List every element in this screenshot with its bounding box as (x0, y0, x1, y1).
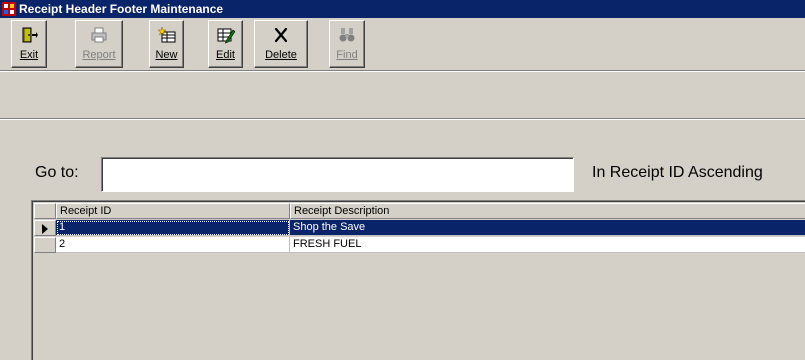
column-header-receipt-description[interactable]: Receipt Description (290, 203, 805, 219)
row-indicator (34, 220, 56, 236)
main-window: Receipt Header Footer Maintenance Exit R… (0, 0, 805, 360)
table-row[interactable]: 2 FRESH FUEL (34, 237, 805, 253)
delete-x-icon (274, 27, 288, 43)
printer-icon (91, 27, 107, 43)
row-indicator (34, 237, 56, 253)
header-indicator-cell (34, 203, 56, 219)
receipt-grid[interactable]: Receipt ID Receipt Description 1 Shop th… (31, 200, 805, 360)
exit-door-icon (22, 27, 38, 43)
current-row-arrow-icon (42, 224, 48, 234)
table-row[interactable]: 1 Shop the Save (34, 220, 805, 236)
delete-label: Delete (265, 49, 297, 61)
find-button[interactable]: Find (329, 20, 365, 68)
cell-receipt-id[interactable]: 1 (56, 220, 290, 236)
goto-input[interactable] (101, 157, 574, 192)
new-label: New (155, 49, 178, 61)
app-icon (2, 2, 16, 16)
goto-label: Go to: (35, 164, 79, 181)
toolbar-separator (0, 70, 805, 72)
report-label: Report (82, 49, 116, 61)
panel-separator (0, 118, 805, 120)
edit-record-icon (217, 28, 235, 44)
column-header-receipt-id[interactable]: Receipt ID (56, 203, 290, 219)
exit-label: Exit (19, 49, 39, 61)
sort-order-label: In Receipt ID Ascending (592, 164, 763, 181)
cell-receipt-id[interactable]: 2 (56, 237, 290, 253)
grid-header: Receipt ID Receipt Description (34, 203, 805, 219)
window-title: Receipt Header Footer Maintenance (19, 2, 224, 16)
new-record-icon (157, 26, 175, 43)
binoculars-icon (339, 28, 355, 42)
cell-receipt-description[interactable]: Shop the Save (290, 220, 805, 236)
report-button[interactable]: Report (75, 20, 123, 68)
edit-label: Edit (216, 49, 235, 61)
exit-button[interactable]: Exit (11, 20, 47, 68)
title-bar[interactable]: Receipt Header Footer Maintenance (0, 0, 805, 18)
find-label: Find (336, 49, 358, 61)
edit-button[interactable]: Edit (208, 20, 243, 68)
cell-receipt-description[interactable]: FRESH FUEL (290, 237, 805, 253)
delete-button[interactable]: Delete (254, 20, 308, 68)
new-button[interactable]: New (149, 20, 184, 68)
